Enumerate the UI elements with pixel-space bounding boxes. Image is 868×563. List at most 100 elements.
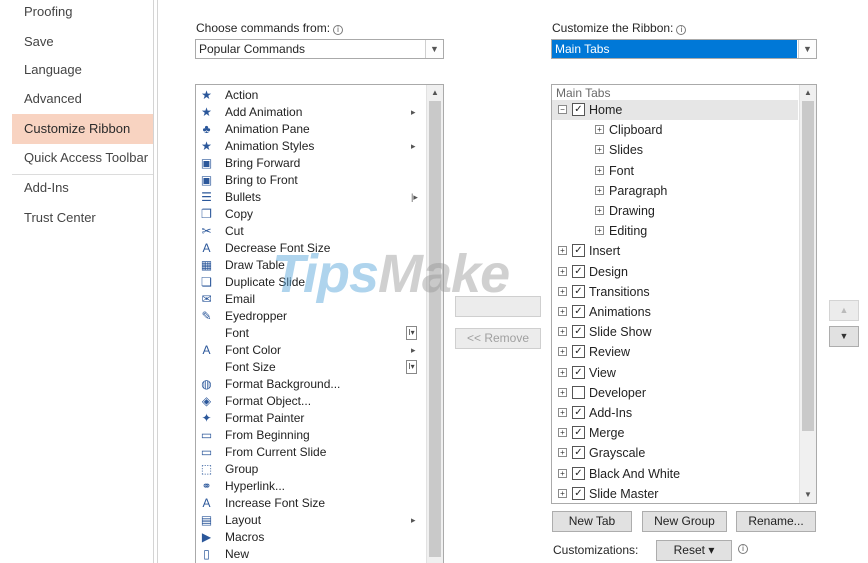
ribbon-tab-item[interactable]: + Drawing [552,201,798,221]
expand-icon[interactable]: + [595,165,604,175]
expand-icon[interactable]: + [595,206,604,215]
command-item[interactable]: ★ Action [196,87,426,104]
command-item[interactable]: ⬚ Group [196,461,426,478]
new-group-button[interactable]: New Group [642,511,727,532]
move-up-button[interactable]: ▲ [829,300,859,321]
scroll-down-icon[interactable]: ▼ [800,487,816,503]
expand-icon[interactable]: + [558,347,567,357]
ribbon-tab-item[interactable]: + Clipboard [552,120,798,140]
checkbox[interactable] [572,385,585,399]
expand-icon[interactable]: + [558,367,567,377]
ribbon-tab-item[interactable]: + ✓ Insert [552,241,798,261]
nav-item-trust-center[interactable]: Trust Center [12,203,153,233]
ribbon-tab-item[interactable]: + ✓ Animations [552,302,798,322]
ribbon-tab-item[interactable]: + Developer [552,383,798,403]
expand-icon[interactable]: + [558,266,567,276]
nav-item-save[interactable]: Save [12,27,153,57]
command-item[interactable]: ▯ New [196,546,426,563]
nav-item-quick-access-toolbar[interactable]: Quick Access Toolbar [12,143,153,173]
commands-list[interactable]: ★ Action ★ Add Animation ▸ ♣ Animation Pane ★ An… [195,84,444,563]
command-item[interactable]: ☰ Bullets |▸ [196,189,426,206]
ribbon-tab-item[interactable]: + ✓ Add-Ins [552,403,798,423]
choose-commands-select[interactable]: Popular Commands ▼ [195,39,444,59]
command-item[interactable]: ▤ Layout ▸ [196,512,426,529]
expand-icon[interactable]: + [558,246,567,256]
command-item[interactable]: ❐ Copy [196,206,426,223]
checkbox[interactable]: ✓ [572,284,585,298]
scroll-thumb[interactable] [429,101,441,557]
command-item[interactable]: ★ Animation Styles ▸ [196,138,426,155]
command-item[interactable]: A Increase Font Size [196,495,426,512]
command-item[interactable]: ✂ Cut [196,223,426,240]
command-item[interactable]: A Font Color ▸ [196,342,426,359]
command-item[interactable]: ⚭ Hyperlink... [196,478,426,495]
expand-icon[interactable]: + [558,327,567,337]
checkbox[interactable]: ✓ [572,486,585,500]
ribbon-tab-item[interactable]: + ✓ Slide Show [552,322,798,342]
move-down-button[interactable]: ▼ [829,326,859,347]
expand-icon[interactable]: + [558,428,567,438]
nav-item-customize-ribbon[interactable]: Customize Ribbon [12,114,153,144]
checkbox[interactable]: ✓ [572,305,585,318]
command-item[interactable]: ✦ Format Painter [196,410,426,427]
customize-ribbon-select[interactable]: Main Tabs ▼ [551,39,817,59]
scroll-up-icon[interactable]: ▲ [427,85,443,101]
ribbon-tab-item[interactable]: + ✓ Merge [552,423,798,443]
command-item[interactable]: ▣ Bring Forward [196,155,426,172]
command-item[interactable]: ▭ From Current Slide [196,444,426,461]
command-item[interactable]: ◈ Format Object... [196,393,426,410]
checkbox[interactable]: ✓ [572,466,585,480]
nav-item-advanced[interactable]: Advanced [12,84,153,114]
command-item[interactable]: ▭ From Beginning [196,427,426,444]
new-tab-button[interactable]: New Tab [552,511,632,532]
chevron-down-icon[interactable]: ▼ [798,40,816,58]
command-item[interactable]: Font Size I▾ [196,359,426,376]
command-item[interactable]: ✎ Eyedropper [196,308,426,325]
expand-icon[interactable]: + [558,448,567,458]
checkbox[interactable]: ✓ [572,345,585,359]
checkbox[interactable]: ✓ [572,365,585,379]
ribbon-tab-item[interactable]: + Paragraph [552,181,798,201]
expand-icon[interactable]: + [558,307,567,316]
rename-button[interactable]: Rename... [736,511,816,532]
add-button[interactable] [455,296,541,317]
reset-button[interactable]: Reset ▾ [656,540,732,561]
scroll-up-icon[interactable]: ▲ [800,85,816,101]
command-item[interactable]: Font I▾ [196,325,426,342]
expand-icon[interactable]: + [595,125,604,135]
ribbon-tab-item[interactable]: + ✓ Grayscale [552,443,798,463]
remove-button[interactable]: << Remove [455,328,541,349]
ribbon-tab-item[interactable]: + ✓ Transitions [552,282,798,302]
ribbon-tab-item[interactable]: + ✓ Review [552,342,798,362]
chevron-down-icon[interactable]: ▼ [425,40,443,58]
expand-icon[interactable]: + [595,145,604,155]
checkbox[interactable]: ✓ [572,406,585,419]
checkbox[interactable]: ✓ [572,325,585,339]
ribbon-tab-item[interactable]: + ✓ Black And White [552,464,798,484]
checkbox[interactable]: ✓ [572,264,585,278]
command-item[interactable]: ♣ Animation Pane [196,121,426,138]
nav-item-language[interactable]: Language [12,55,153,85]
ribbon-tabs-tree[interactable]: Main Tabs − ✓ Home + Clipboard + Slides + Font + P… [551,84,817,504]
collapse-icon[interactable]: − [558,105,567,114]
checkbox[interactable]: ✓ [572,244,585,258]
expand-icon[interactable]: + [558,488,567,498]
expand-icon[interactable]: + [558,387,567,397]
commands-scrollbar[interactable]: ▲ [426,85,443,563]
ribbon-tab-item[interactable]: + Editing [552,221,798,241]
checkbox[interactable]: ✓ [572,426,585,440]
command-item[interactable]: ▶ Macros [196,529,426,546]
command-item[interactable]: ◍ Format Background... [196,376,426,393]
nav-item-add-ins[interactable]: Add-Ins [12,173,153,203]
expand-icon[interactable]: + [558,408,567,417]
checkbox[interactable]: ✓ [572,446,585,460]
ribbon-tab-item[interactable]: + Font [552,161,798,181]
scroll-thumb[interactable] [802,101,814,431]
command-item[interactable]: ★ Add Animation ▸ [196,104,426,121]
expand-icon[interactable]: + [595,226,604,236]
expand-icon[interactable]: + [558,286,567,296]
ribbon-tab-item[interactable]: + Slides [552,140,798,160]
command-item[interactable]: ▣ Bring to Front [196,172,426,189]
ribbon-tab-item[interactable]: − ✓ Home [552,100,798,120]
ribbon-tab-item[interactable]: + ✓ View [552,363,798,383]
